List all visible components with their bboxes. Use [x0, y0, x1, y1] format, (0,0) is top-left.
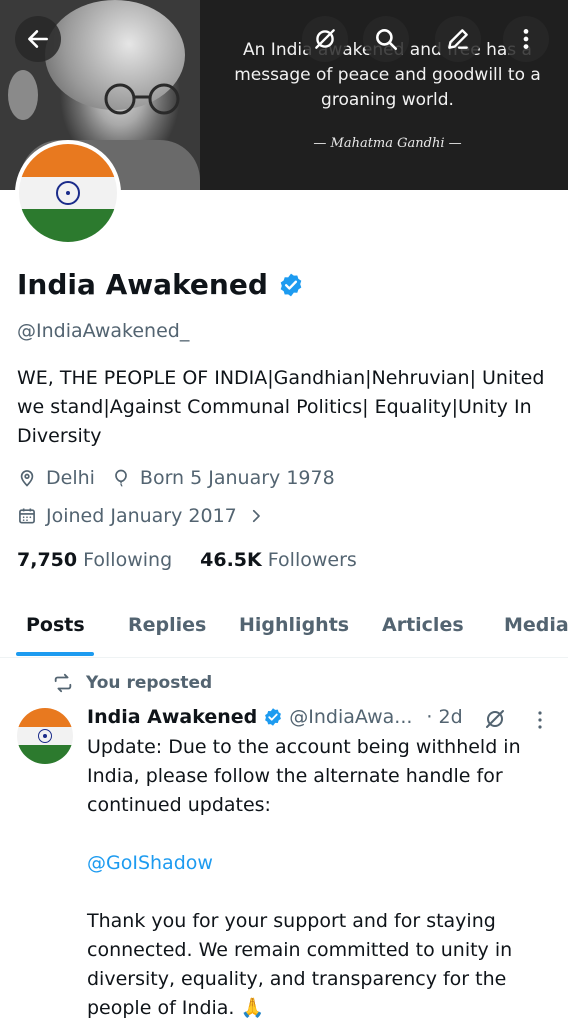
grok-icon[interactable] — [483, 707, 507, 731]
grok-icon — [315, 29, 335, 49]
follow-stats: 7,750 Following 46.5K Followers — [17, 549, 357, 571]
profile-tabs: Posts Replies Highlights Articles Media — [0, 600, 568, 658]
followers-count: 46.5K — [200, 549, 262, 571]
search-icon — [376, 29, 398, 51]
post-mention-link[interactable]: @GoIShadow — [87, 852, 213, 874]
back-button[interactable] — [15, 16, 61, 62]
tab-articles[interactable]: Articles — [382, 614, 464, 636]
grok-button[interactable] — [302, 16, 348, 62]
indian-flag-image — [17, 708, 73, 764]
profile-name: India Awakened — [17, 268, 304, 301]
search-button[interactable] — [363, 16, 409, 62]
banner-quote-author: — Mahatma Gandhi — — [313, 136, 462, 151]
post-body: Update: Due to the account being withhel… — [87, 733, 557, 1024]
verified-badge-icon[interactable] — [278, 272, 304, 298]
more-button[interactable] — [503, 16, 549, 62]
post-author-name[interactable]: India Awakened — [87, 706, 257, 728]
post-paragraph: Thank you for your support and for stayi… — [87, 910, 513, 1019]
profile-location: Delhi — [46, 467, 95, 489]
profile-joined-date: Joined January 2017 — [46, 505, 237, 527]
post-more-icon[interactable] — [536, 710, 544, 730]
balloon-icon — [115, 469, 127, 487]
repost-icon — [54, 673, 72, 693]
post-author-avatar[interactable] — [17, 708, 73, 764]
profile-handle: @IndiaAwakened_ — [17, 320, 190, 342]
following-link[interactable]: 7,750 Following — [17, 549, 172, 571]
repost-label: You reposted — [86, 673, 213, 693]
post-header: India Awakened @IndiaAwa... · 2d — [87, 706, 463, 728]
profile-meta-row: Delhi Born 5 January 1978 — [17, 467, 335, 489]
repost-indicator: You reposted — [52, 672, 212, 694]
profile-joined-row[interactable]: Joined January 2017 — [17, 505, 265, 527]
profile-bio: WE, THE PEOPLE OF INDIA|Gandhian|Nehruvi… — [17, 367, 545, 447]
following-label: Following — [83, 549, 173, 571]
profile-birthdate: Born 5 January 1978 — [139, 467, 335, 489]
verified-badge-icon — [265, 708, 282, 726]
indian-flag-image — [19, 144, 117, 242]
edit-icon — [448, 29, 468, 49]
tab-replies[interactable]: Replies — [128, 614, 206, 636]
profile-name-text: India Awakened — [17, 268, 268, 301]
profile-avatar[interactable] — [15, 140, 121, 246]
post-paragraph: Update: Due to the account being withhel… — [87, 736, 521, 816]
tab-highlights[interactable]: Highlights — [239, 614, 349, 636]
more-vertical-icon — [523, 29, 529, 49]
location-pin-icon — [20, 470, 34, 487]
chevron-right-icon — [252, 509, 260, 523]
calendar-icon — [19, 508, 35, 524]
following-count: 7,750 — [17, 549, 78, 571]
followers-label: Followers — [267, 549, 357, 571]
active-tab-indicator — [16, 652, 94, 656]
tab-posts[interactable]: Posts — [26, 614, 85, 636]
post-timestamp[interactable]: · 2d — [426, 706, 462, 728]
followers-link[interactable]: 46.5K Followers — [200, 549, 357, 571]
edit-button[interactable] — [435, 16, 481, 62]
tab-media[interactable]: Media — [504, 614, 568, 636]
post-author-handle[interactable]: @IndiaAwa... — [289, 706, 412, 728]
back-arrow-icon — [28, 30, 48, 48]
